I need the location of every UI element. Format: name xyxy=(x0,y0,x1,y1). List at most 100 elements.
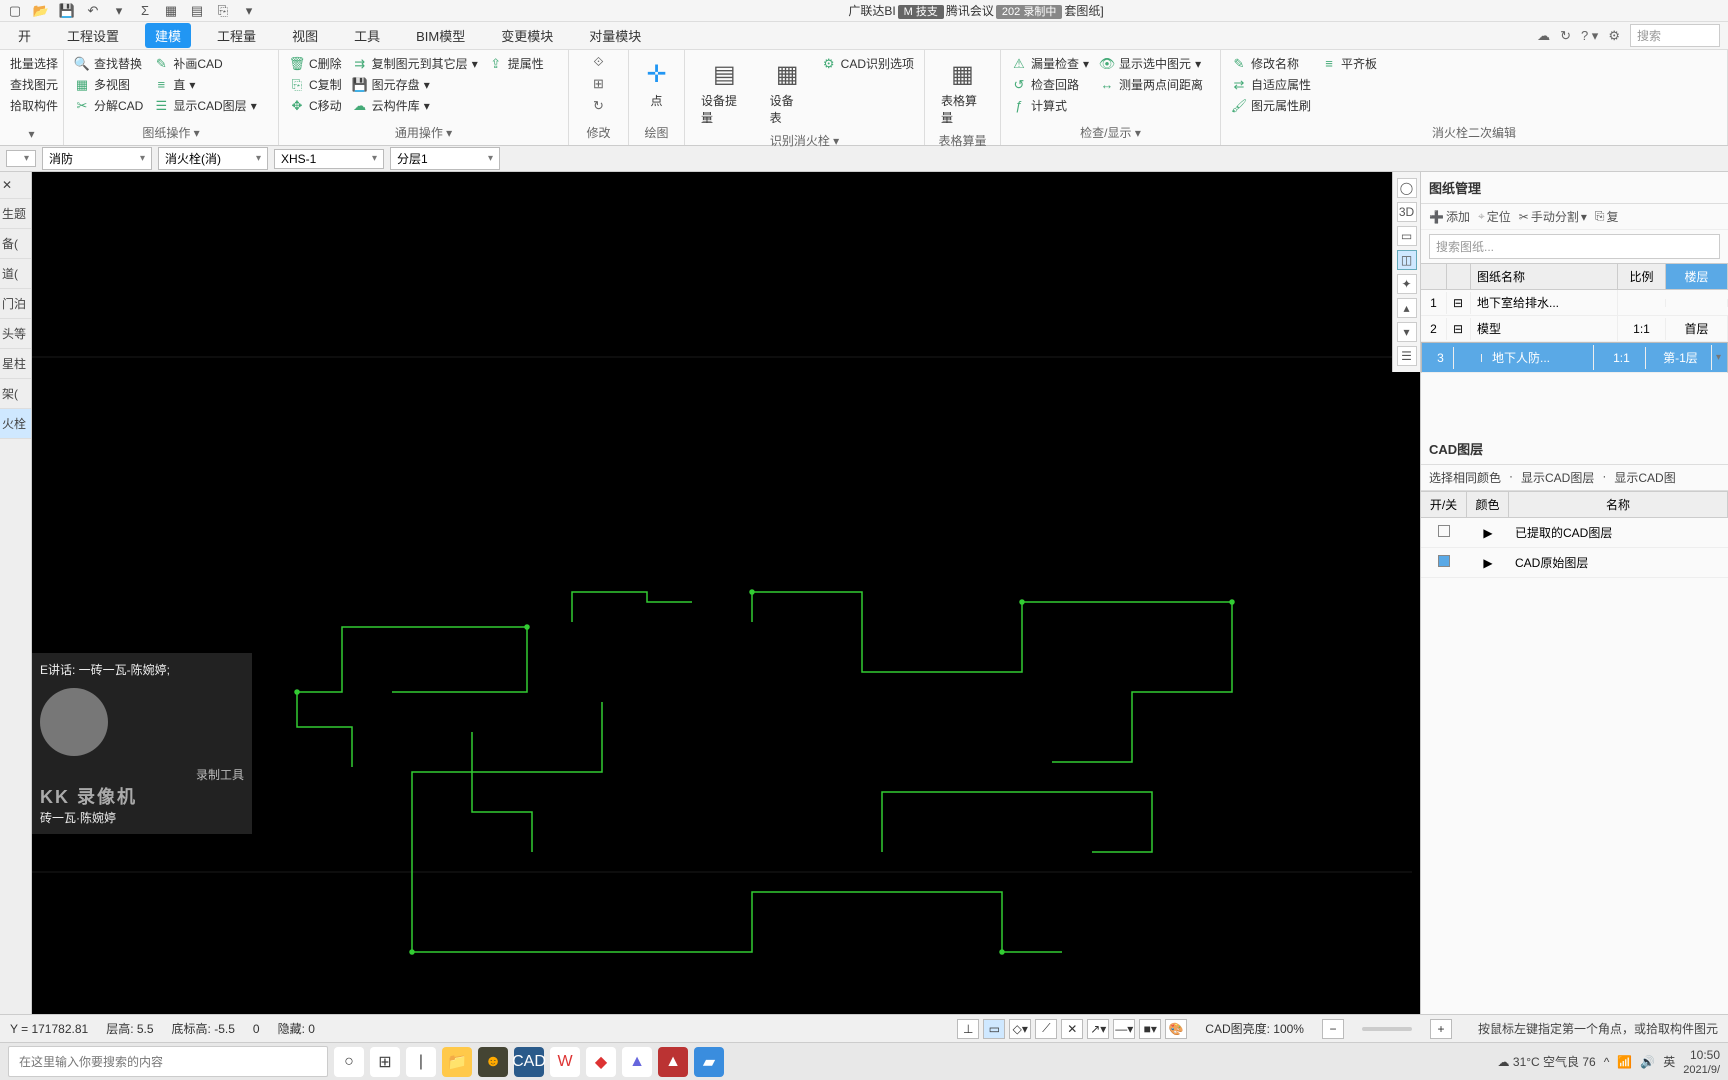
tab-tools[interactable]: 工具 xyxy=(344,23,390,48)
lp-item[interactable]: 生题 xyxy=(0,199,31,229)
check-loop[interactable]: ↺检查回路 xyxy=(1009,75,1091,94)
cloud-lib[interactable]: ☁云构件库 ▾ xyxy=(350,96,480,115)
snap-9[interactable]: 🎨 xyxy=(1165,1019,1187,1039)
locate-drawing[interactable]: ⌖ 定位 xyxy=(1478,208,1511,225)
sel-layer[interactable]: 分层1 xyxy=(390,147,500,170)
ribbon-group-drawing[interactable]: 图纸操作 ▾ xyxy=(72,122,270,141)
show-cad-fig[interactable]: 显示CAD图 xyxy=(1614,469,1675,486)
task-app5[interactable]: ▰ xyxy=(694,1047,724,1077)
cad-recognize-opts[interactable]: ⚙CAD识别选项 xyxy=(819,54,916,73)
copy-to-layer[interactable]: ⇉复制图元到其它层 ▾ xyxy=(350,54,480,73)
leak-check[interactable]: ⚠漏量检查 ▾ xyxy=(1009,54,1091,73)
snap-1[interactable]: ⊥ xyxy=(957,1019,979,1039)
lp-item[interactable]: 架( xyxy=(0,379,31,409)
drawing-table[interactable]: 图纸名称 比例 楼层 1⊟ 地下室给排水... 2⊟ 模型 1:1 首层 3 地… xyxy=(1421,263,1728,373)
tab-bim[interactable]: BIM模型 xyxy=(406,23,475,48)
find-element[interactable]: 查找图元 xyxy=(8,75,55,94)
view-front[interactable]: ◫ xyxy=(1397,250,1417,270)
layer-checkbox[interactable] xyxy=(1438,525,1450,537)
task-app3[interactable]: ▲ xyxy=(622,1047,652,1077)
select-same-color[interactable]: 选择相同颜色 xyxy=(1429,469,1501,486)
modify-icon-1[interactable]: ⟐ xyxy=(593,54,603,70)
lp-item[interactable]: 备( xyxy=(0,229,31,259)
task-wps[interactable]: W xyxy=(550,1047,580,1077)
lp-hydrant[interactable]: 火栓 xyxy=(0,409,31,439)
save-icon[interactable]: 💾 xyxy=(58,2,76,20)
col-name[interactable]: 图纸名称 xyxy=(1471,264,1618,289)
ribbon-group-check[interactable]: 检查/显示 ▾ xyxy=(1009,122,1212,141)
task-explorer[interactable]: 📁 xyxy=(442,1047,472,1077)
multi-view[interactable]: ▦多视图 xyxy=(72,75,145,94)
task-app4[interactable]: ▲ xyxy=(658,1047,688,1077)
snap-5[interactable]: ✕ xyxy=(1061,1019,1083,1039)
search-input[interactable]: 搜索 xyxy=(1630,24,1720,47)
lp-item[interactable]: 头等 xyxy=(0,319,31,349)
straight[interactable]: ≡直 ▾ xyxy=(151,75,258,94)
table-row[interactable]: 2⊟ 模型 1:1 首层 xyxy=(1421,316,1728,342)
windows-search[interactable]: 在这里输入你要搜索的内容 xyxy=(8,1046,328,1077)
bright-slider[interactable] xyxy=(1362,1027,1412,1031)
c-move[interactable]: ✥C移动 xyxy=(287,96,344,115)
drop-icon[interactable]: ▾ xyxy=(110,2,128,20)
draw-cad[interactable]: ✎补画CAD xyxy=(151,54,258,73)
col-scale[interactable]: 比例 xyxy=(1618,264,1666,289)
canvas[interactable]: ◯ 3D ▭ ◫ ✦ ▴ ▾ ☰ E讲话: 一砖一瓦-陈婉婷; 录制工具 KK … xyxy=(32,172,1420,1014)
layer-checkbox[interactable] xyxy=(1438,555,1450,567)
bright-minus[interactable]: − xyxy=(1322,1019,1344,1039)
save-element[interactable]: 💾图元存盘 ▾ xyxy=(350,75,480,94)
cloud-icon[interactable]: ☁ xyxy=(1537,28,1550,44)
extract-attr[interactable]: ⇪提属性 xyxy=(486,54,546,73)
drawing-search[interactable]: 搜索图纸... xyxy=(1429,234,1720,259)
decompose-cad[interactable]: ✂分解CAD xyxy=(72,96,145,115)
bright-plus[interactable]: + xyxy=(1430,1019,1452,1039)
add-drawing[interactable]: ➕ 添加 xyxy=(1429,208,1470,225)
layer-row[interactable]: ▶ CAD原始图层 xyxy=(1421,548,1728,578)
show-cad-layer[interactable]: 显示CAD图层 xyxy=(1521,469,1594,486)
modify-icon-2[interactable]: ⊞ xyxy=(593,76,604,92)
more-icon[interactable]: ▾ xyxy=(240,2,258,20)
device-quantity[interactable]: ▤ 设备提量 xyxy=(693,54,756,130)
tab-start[interactable]: 开 xyxy=(8,23,41,48)
left-category-tree[interactable]: ✕ 生题 备( 道( 门泊 头等 星柱 架( 火栓 xyxy=(0,172,32,1014)
task-cortana[interactable]: ○ xyxy=(334,1047,364,1077)
tray-icon[interactable]: 🔊 xyxy=(1640,1055,1655,1069)
table-calc[interactable]: ▦ 表格算量 xyxy=(933,54,992,130)
snap-3[interactable]: ◇▾ xyxy=(1009,1019,1031,1039)
tab-project-settings[interactable]: 工程设置 xyxy=(57,23,129,48)
snap-8[interactable]: ■▾ xyxy=(1139,1019,1161,1039)
task-cad[interactable]: CAD xyxy=(514,1047,544,1077)
undo-icon[interactable]: ↶ xyxy=(84,2,102,20)
sel-type[interactable]: XHS-1 xyxy=(274,149,384,169)
table-icon[interactable]: ▤ xyxy=(188,2,206,20)
task-view[interactable]: ⊞ xyxy=(370,1047,400,1077)
lp-close[interactable]: ✕ xyxy=(0,172,31,199)
tab-view[interactable]: 视图 xyxy=(282,23,328,48)
batch-select[interactable]: 批量选择 xyxy=(8,54,55,73)
open-icon[interactable]: 📂 xyxy=(32,2,50,20)
c-copy[interactable]: ⎘C复制 xyxy=(287,75,344,94)
view-top[interactable]: ▭ xyxy=(1397,226,1417,246)
clock[interactable]: 10:502021/9/ xyxy=(1683,1048,1720,1076)
table-row[interactable]: 1⊟ 地下室给排水... xyxy=(1421,290,1728,316)
export-icon[interactable]: ⎘ xyxy=(214,2,232,20)
split-drawing[interactable]: ✂ 手动分割 ▾ xyxy=(1519,208,1587,225)
tab-quantity[interactable]: 工程量 xyxy=(207,23,266,48)
tray-icon[interactable]: 📶 xyxy=(1617,1055,1632,1069)
ribbon-group-recognize[interactable]: 识别消火栓 ▾ xyxy=(693,130,916,149)
snap-7[interactable]: —▾ xyxy=(1113,1019,1135,1039)
copy-drawing[interactable]: ⎘ 复 xyxy=(1595,208,1619,225)
weather[interactable]: ☁ 31°C 空气良 76 xyxy=(1498,1053,1596,1070)
settings-icon[interactable]: ⚙ xyxy=(1608,28,1620,44)
view-compass[interactable]: ✦ xyxy=(1397,274,1417,294)
help-icon[interactable]: ? ▾ xyxy=(1581,28,1598,44)
show-cad-layer[interactable]: ☰显示CAD图层 ▾ xyxy=(151,96,258,115)
measure-dist[interactable]: ↔测量两点间距离 xyxy=(1097,75,1205,94)
view-orbit[interactable]: ◯ xyxy=(1397,178,1417,198)
lp-item[interactable]: 星柱 xyxy=(0,349,31,379)
device-table[interactable]: ▦ 设备表 xyxy=(762,54,813,130)
task-app2[interactable]: ◆ xyxy=(586,1047,616,1077)
view-list[interactable]: ☰ xyxy=(1397,346,1417,366)
view-3d[interactable]: 3D xyxy=(1397,202,1417,222)
sel-0[interactable] xyxy=(6,150,36,167)
tab-change[interactable]: 变更模块 xyxy=(491,23,563,48)
